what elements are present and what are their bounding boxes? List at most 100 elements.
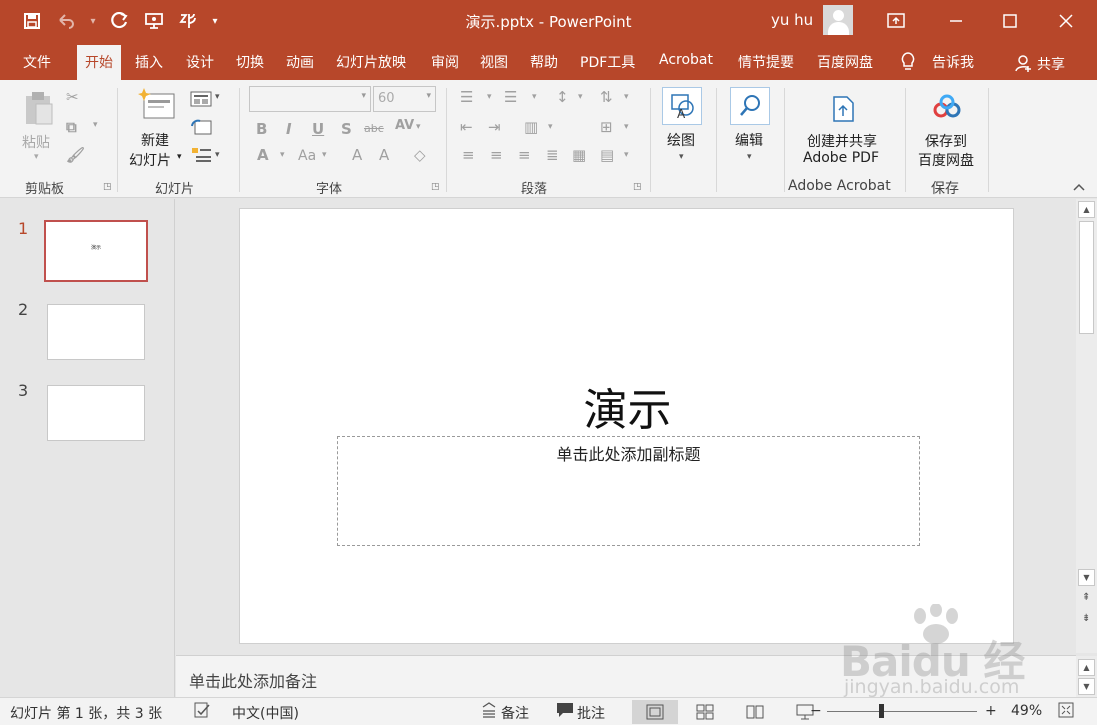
text-direction-dropdown-icon[interactable]: ▾ (624, 92, 629, 102)
scroll-up-icon[interactable]: ▲ (1078, 201, 1095, 218)
tab-animations[interactable]: 动画 (286, 52, 314, 72)
tab-design[interactable]: 设计 (186, 52, 214, 72)
justify-icon[interactable]: ≣ (546, 146, 559, 164)
bullets-icon[interactable]: ☰ (460, 88, 473, 106)
align-left-icon[interactable]: ≡ (462, 146, 475, 164)
save-to-netdisk-label[interactable]: 百度网盘 (918, 150, 974, 170)
decrease-indent-icon[interactable]: ⇤ (460, 118, 473, 136)
zoom-level[interactable]: 49% (1011, 703, 1042, 719)
drawing-icon[interactable]: A (662, 87, 702, 125)
align-text-dropdown-icon[interactable]: ▾ (624, 122, 629, 132)
bold-icon[interactable]: B (256, 120, 267, 138)
clipboard-launcher-icon[interactable]: ◳ (103, 182, 112, 192)
tab-baidu-netdisk[interactable]: 百度网盘 (817, 52, 873, 72)
format-painter-icon[interactable]: 🖌 (66, 146, 85, 164)
character-spacing-dropdown-icon[interactable]: ▾ (416, 122, 421, 132)
language-status[interactable]: 中文(中国) (232, 703, 299, 723)
tab-transitions[interactable]: 切换 (236, 52, 264, 72)
paragraph-launcher-icon[interactable]: ◳ (633, 182, 642, 192)
notes-button[interactable]: 备注 (501, 703, 529, 723)
copy-dropdown-icon[interactable]: ▾ (93, 120, 98, 130)
paste-dropdown-icon[interactable]: ▾ (34, 152, 39, 162)
editing-dropdown-icon[interactable]: ▾ (747, 152, 752, 162)
paste-button[interactable]: 粘贴 (22, 132, 50, 152)
numbering-icon[interactable]: ☰ (504, 88, 517, 106)
decrease-font-icon[interactable]: A (379, 146, 389, 164)
tab-storyboard[interactable]: 情节提要 (738, 52, 794, 72)
change-case-dropdown-icon[interactable]: ▾ (322, 150, 327, 160)
clear-formatting-icon[interactable]: ◇ (414, 146, 426, 164)
lightbulb-icon[interactable] (899, 51, 917, 71)
new-slide-icon[interactable] (138, 88, 176, 122)
font-size-combo[interactable]: 60 ▾ (373, 86, 436, 112)
slide-thumbnail-2[interactable] (47, 304, 145, 360)
strikethrough-icon[interactable]: abc (364, 122, 384, 135)
ribbon-display-icon[interactable] (882, 8, 910, 34)
notes-scrollbar[interactable]: ▲ ▼ (1076, 656, 1097, 697)
comments-icon[interactable] (556, 702, 574, 722)
distributed-icon[interactable]: ▦ (572, 146, 586, 164)
minimize-icon[interactable] (942, 8, 970, 34)
scroll-thumb[interactable] (1079, 221, 1094, 334)
zoom-slider-thumb[interactable] (879, 704, 884, 718)
increase-indent-icon[interactable]: ⇥ (488, 118, 501, 136)
normal-view-icon[interactable] (632, 700, 678, 724)
create-pdf-label[interactable]: Adobe PDF (803, 150, 879, 166)
tell-me-search[interactable]: 告诉我 (932, 52, 974, 72)
bullets-dropdown-icon[interactable]: ▾ (487, 92, 492, 102)
tab-insert[interactable]: 插入 (135, 52, 163, 72)
notes-icon[interactable] (481, 702, 497, 722)
zoom-in-icon[interactable]: + (985, 703, 997, 719)
tab-acrobat[interactable]: Acrobat (659, 52, 713, 68)
font-color-dropdown-icon[interactable]: ▾ (280, 150, 285, 160)
numbering-dropdown-icon[interactable]: ▾ (532, 92, 537, 102)
underline-icon[interactable]: U (312, 120, 324, 138)
align-right-icon[interactable]: ≡ (518, 146, 531, 164)
slide-thumbnail-3[interactable] (47, 385, 145, 441)
reset-icon[interactable] (190, 118, 212, 136)
section-icon[interactable] (190, 146, 212, 164)
maximize-icon[interactable] (996, 8, 1024, 34)
italic-icon[interactable]: I (286, 120, 292, 138)
tab-home[interactable]: 开始 (77, 45, 121, 80)
tab-review[interactable]: 审阅 (431, 52, 459, 72)
character-spacing-icon[interactable]: AV (395, 118, 414, 133)
font-name-combo[interactable]: ▾ (249, 86, 371, 112)
share-button[interactable]: 共享 (1037, 54, 1065, 74)
zoom-out-icon[interactable]: − (810, 703, 822, 719)
previous-slide-icon[interactable]: ⇞ (1082, 592, 1090, 603)
drawing-dropdown-icon[interactable]: ▾ (679, 152, 684, 162)
slide-canvas[interactable]: 演示 单击此处添加副标题 (239, 208, 1014, 644)
tab-help[interactable]: 帮助 (530, 52, 558, 72)
avatar[interactable] (823, 5, 853, 35)
vertical-scrollbar[interactable]: ▲ ▼ (1076, 199, 1097, 653)
align-text-icon[interactable]: ⊞ (600, 118, 613, 136)
font-launcher-icon[interactable]: ◳ (431, 182, 440, 192)
cut-icon[interactable]: ✂ (66, 88, 79, 106)
zoom-slider[interactable] (827, 711, 977, 712)
save-to-netdisk-button[interactable]: 保存到 (925, 131, 967, 151)
find-icon[interactable] (730, 87, 770, 125)
baidu-netdisk-icon[interactable] (932, 94, 962, 122)
user-name[interactable]: yu hu (771, 11, 813, 29)
increase-font-icon[interactable]: A (352, 146, 362, 164)
tab-slideshow[interactable]: 幻灯片放映 (336, 52, 406, 72)
reading-view-icon[interactable] (732, 700, 778, 724)
comments-button[interactable]: 批注 (577, 703, 605, 723)
share-person-icon[interactable] (1015, 54, 1033, 72)
new-slide-button[interactable]: 新建 (141, 130, 169, 150)
editing-button[interactable]: 编辑 (735, 130, 763, 150)
close-icon[interactable] (1052, 8, 1080, 34)
fit-to-window-icon[interactable] (1058, 702, 1074, 722)
slide-thumbnail-1[interactable]: 演示 (44, 220, 148, 282)
notes-scroll-down-icon[interactable]: ▼ (1078, 678, 1095, 695)
align-center-icon[interactable]: ≡ (490, 146, 503, 164)
section-dropdown-icon[interactable]: ▾ (215, 150, 220, 160)
spell-check-icon[interactable] (193, 701, 211, 723)
subtitle-placeholder[interactable]: 单击此处添加副标题 (337, 436, 920, 546)
line-spacing-icon[interactable]: ↕ (556, 88, 569, 106)
create-pdf-button[interactable]: 创建并共享 (807, 131, 877, 151)
columns-icon[interactable]: ▥ (524, 118, 538, 136)
slide-sorter-icon[interactable] (682, 700, 728, 724)
copy-icon[interactable]: ⧉ (66, 118, 77, 136)
